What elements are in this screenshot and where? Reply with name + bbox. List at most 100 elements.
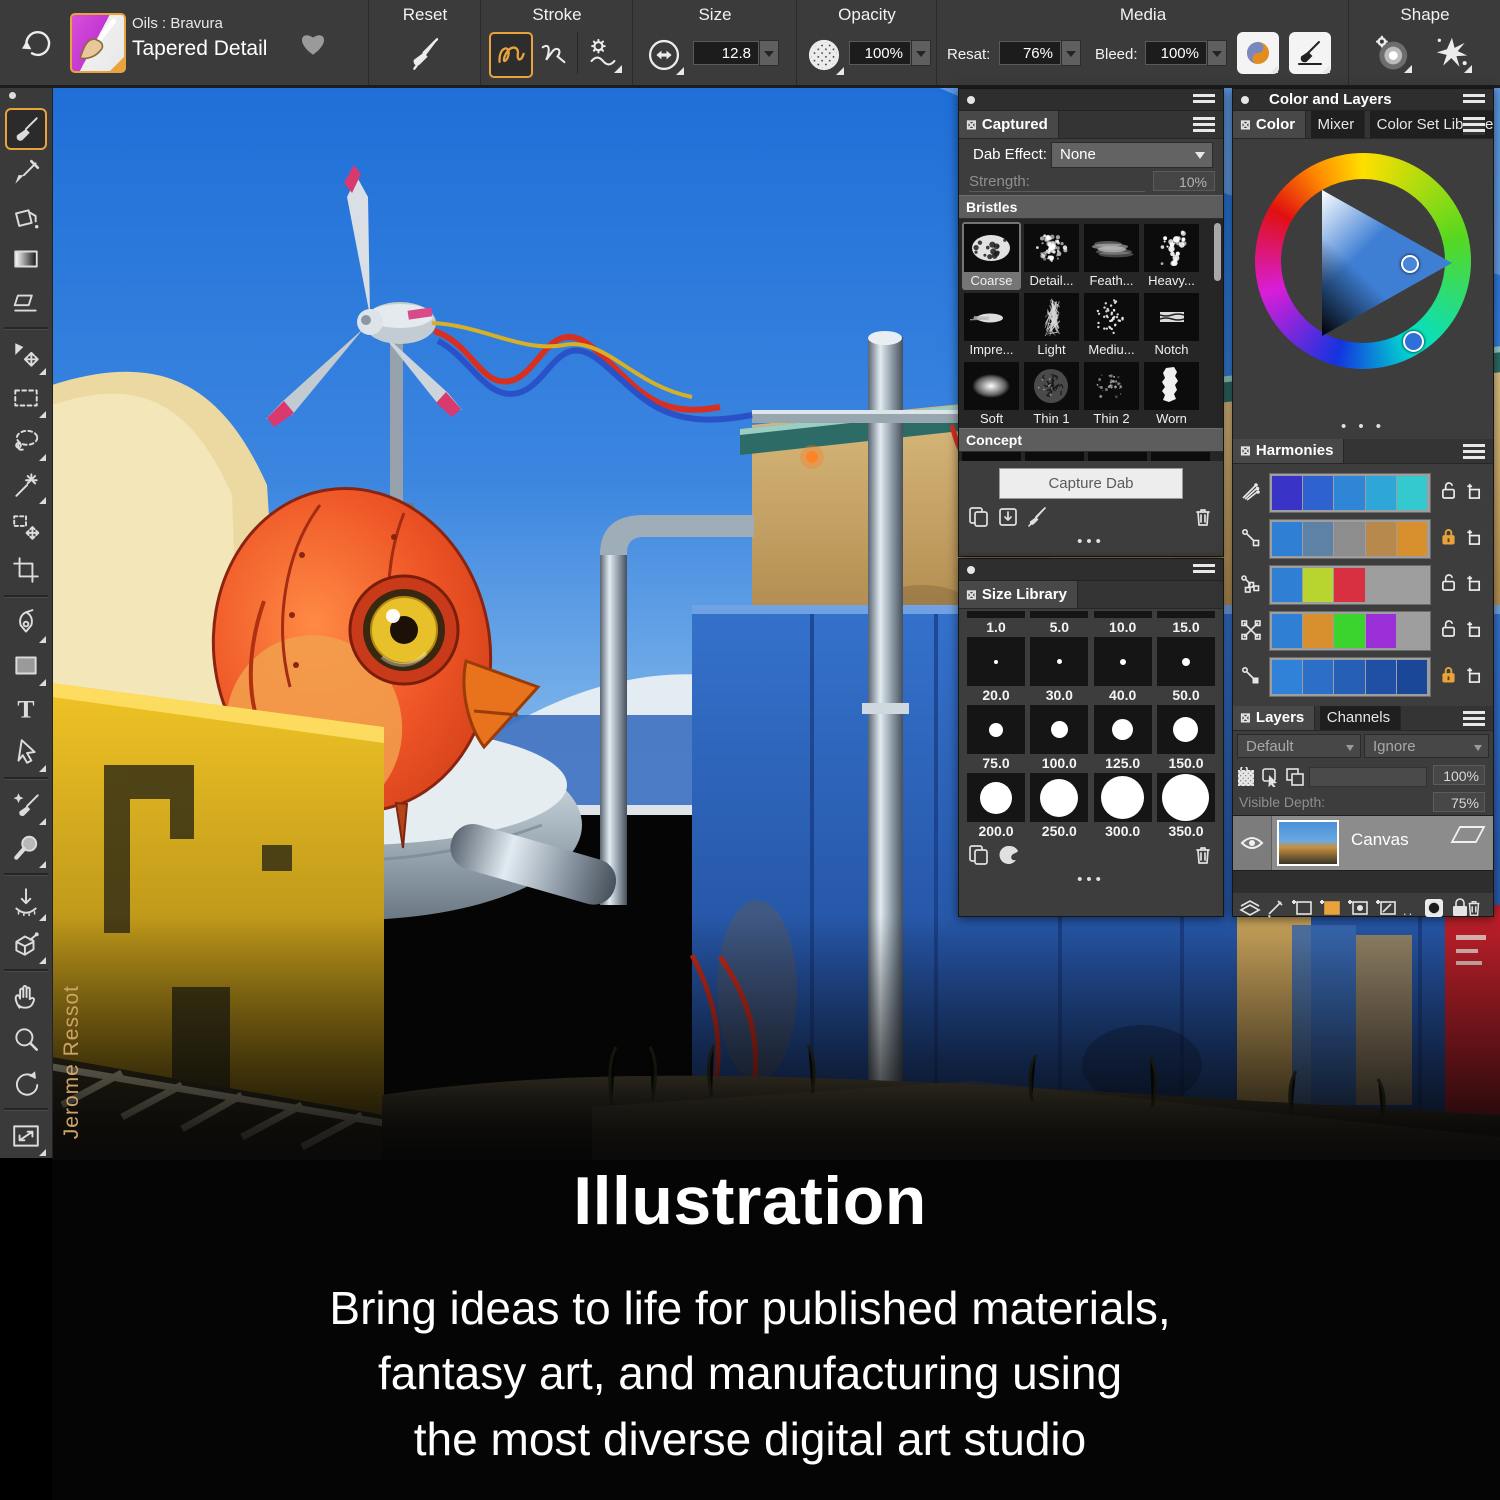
tool-paint-bucket-icon[interactable] (6, 196, 46, 236)
close-tab-icon[interactable]: ⊠ (1240, 710, 1251, 725)
harmony-swatch[interactable] (1366, 568, 1396, 602)
harmony-swatch[interactable] (1272, 568, 1302, 602)
harmony-swatch[interactable] (1397, 522, 1427, 556)
size-swatch[interactable] (1094, 637, 1152, 686)
media-blend-icon[interactable] (1237, 32, 1279, 74)
new-watercolor-layer-icon[interactable] (1319, 898, 1343, 918)
captured-options-icon[interactable] (1193, 117, 1215, 135)
hue-selector[interactable] (1403, 331, 1424, 352)
tool-rect-select-icon[interactable] (6, 378, 46, 418)
dab-thumbnail[interactable] (1144, 224, 1199, 272)
panel-menu-icon[interactable] (1193, 94, 1215, 106)
dab-item-heavy[interactable]: Heavy... (1142, 222, 1201, 290)
dab-thumbnail[interactable] (1084, 362, 1139, 410)
layer-list-empty[interactable] (1233, 871, 1493, 893)
size-swatch[interactable] (1094, 611, 1152, 618)
size-swatch[interactable] (1030, 637, 1088, 686)
harmony-swatch[interactable] (1366, 522, 1396, 556)
size-swatch[interactable] (967, 705, 1025, 754)
dab-thumbnail[interactable] (964, 362, 1019, 410)
color-options-icon[interactable] (1463, 117, 1485, 135)
layer-commands-icon[interactable] (1239, 898, 1261, 918)
close-tab-icon[interactable]: ⊠ (1240, 443, 1251, 458)
size-swatch[interactable] (1094, 705, 1152, 754)
harmony-swatch[interactable] (1397, 476, 1427, 510)
save-harmony-icon[interactable] (1465, 481, 1482, 505)
dab-item-coarse[interactable]: Coarse (962, 222, 1021, 290)
freehand-stroke-button[interactable] (489, 32, 533, 78)
captured-panel-titlebar[interactable] (959, 89, 1223, 111)
new-layer-icon[interactable] (1291, 898, 1315, 918)
dab-thumbnail[interactable] (1144, 293, 1199, 341)
tool-perspective-cube-icon[interactable] (6, 924, 46, 964)
lock-open-icon[interactable] (1441, 619, 1456, 643)
harmony-type-icon[interactable] (1239, 480, 1263, 509)
sat-value-triangle[interactable] (1322, 190, 1452, 336)
harmony-type-icon[interactable] (1239, 664, 1263, 693)
panel-menu-icon[interactable] (1463, 94, 1485, 106)
tool-zoom-icon[interactable] (6, 1020, 46, 1060)
tab-color[interactable]: ⊠Color (1233, 111, 1306, 138)
stroke-options-button[interactable] (583, 32, 623, 74)
palette-icon[interactable] (997, 844, 1021, 866)
tab-captured[interactable]: ⊠Captured (959, 111, 1059, 138)
dab-library-icon[interactable] (967, 506, 991, 528)
splatter-shape-icon[interactable] (1431, 32, 1473, 74)
size-swatch[interactable] (1157, 611, 1215, 618)
save-harmony-icon[interactable] (1465, 665, 1482, 689)
harmony-swatch[interactable] (1272, 522, 1302, 556)
size-swatch[interactable] (967, 637, 1025, 686)
harmony-swatch[interactable] (1366, 476, 1396, 510)
airbrush-shape-icon[interactable] (1371, 32, 1413, 74)
layer-opacity-value[interactable]: 100% (1433, 765, 1485, 785)
color-layers-titlebar[interactable]: Color and Layers (1233, 89, 1493, 111)
harmony-swatch[interactable] (1303, 568, 1333, 602)
size-dropdown[interactable] (759, 40, 779, 66)
dab-item-feath[interactable]: Feath... (1082, 222, 1141, 290)
tool-dynamic-brush-icon[interactable] (6, 785, 46, 825)
tool-sampler-icon[interactable] (6, 828, 46, 868)
scrollbar-thumb[interactable] (1214, 223, 1221, 281)
harmony-swatch[interactable] (1334, 660, 1364, 694)
close-tab-icon[interactable]: ⊠ (966, 587, 977, 602)
concept-section-header[interactable]: Concept (959, 428, 1223, 452)
harmony-swatch[interactable] (1303, 660, 1333, 694)
lock-open-icon[interactable] (1441, 573, 1456, 597)
harmony-strip[interactable] (1269, 565, 1431, 605)
harmony-swatch[interactable] (1366, 614, 1396, 648)
panel-resize-dots[interactable]: ••• (959, 871, 1223, 888)
dab-thumbnail[interactable] (1144, 362, 1199, 410)
dab-item-notch[interactable]: Notch (1142, 291, 1201, 359)
tool-magic-wand-icon[interactable] (6, 464, 46, 504)
trash-icon[interactable] (1465, 898, 1483, 918)
size-swatch[interactable] (1157, 637, 1215, 686)
size-icon[interactable] (643, 34, 685, 76)
capture-dab-button[interactable]: Capture Dab (999, 468, 1183, 499)
close-tab-icon[interactable]: ⊠ (966, 117, 977, 132)
harmony-swatch[interactable] (1272, 614, 1302, 648)
harmony-type-icon[interactable] (1239, 526, 1263, 555)
save-harmony-icon[interactable] (1465, 527, 1482, 551)
dab-item-light[interactable]: Light (1022, 291, 1081, 359)
size-library-list-icon[interactable] (967, 844, 991, 866)
size-swatch[interactable] (1157, 705, 1215, 754)
harmony-strip[interactable] (1269, 611, 1431, 651)
harmony-strip[interactable] (1269, 473, 1431, 513)
harmony-swatch[interactable] (1334, 568, 1364, 602)
dab-thumbnail[interactable] (1024, 362, 1079, 410)
apply-dab-icon[interactable] (1025, 506, 1049, 528)
blend-mode-select[interactable]: Default (1237, 734, 1361, 758)
harmonies-options-icon[interactable] (1463, 444, 1485, 462)
tab-channels[interactable]: Channels (1320, 706, 1401, 730)
trash-icon[interactable] (1193, 506, 1213, 528)
harmony-type-icon[interactable] (1239, 618, 1263, 647)
tool-dropper-icon[interactable] (6, 153, 46, 193)
save-harmony-icon[interactable] (1465, 619, 1482, 643)
bleed-dropdown[interactable] (1207, 40, 1227, 66)
panel-menu-icon[interactable] (1193, 564, 1215, 576)
harmony-swatch[interactable] (1397, 568, 1427, 602)
harmony-swatch[interactable] (1397, 660, 1427, 694)
bristles-section-header[interactable]: Bristles (959, 195, 1223, 219)
resat-value-field[interactable]: 76% (999, 41, 1061, 65)
close-tab-icon[interactable]: ⊠ (1240, 117, 1251, 132)
